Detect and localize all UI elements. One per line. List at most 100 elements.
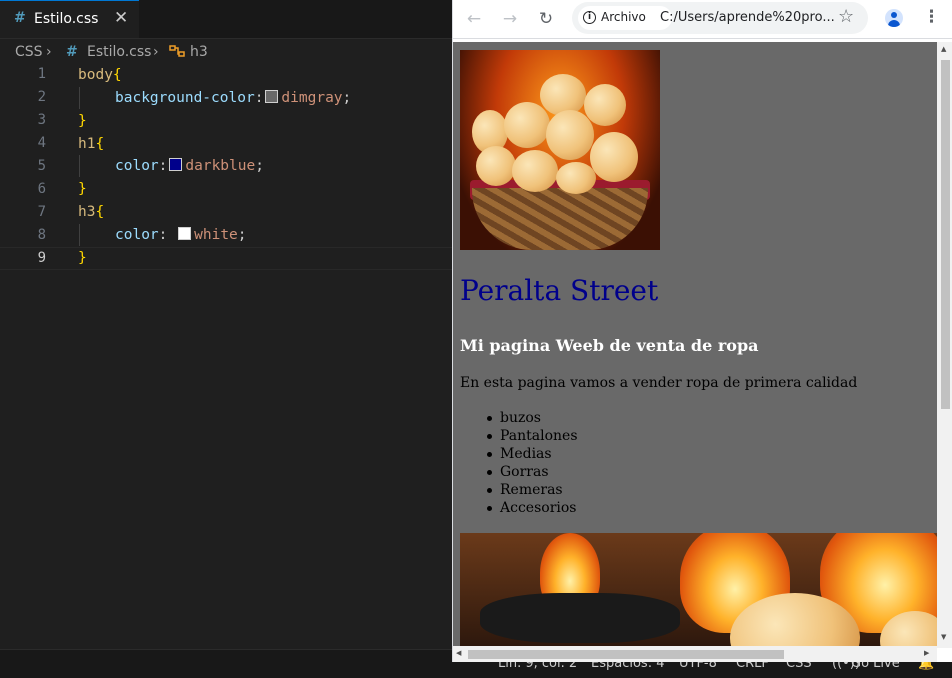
code-line: background-color: dimgray; — [115, 87, 351, 109]
back-icon[interactable]: ← — [462, 7, 486, 31]
vertical-scrollbar[interactable]: ▲ ▼ — [937, 42, 952, 648]
tab-label: Estilo.css — [34, 11, 99, 27]
url-text[interactable]: C:/Users/aprende%20pro... — [660, 10, 835, 25]
list-item: Pantalones — [487, 428, 578, 444]
bread-roll — [512, 150, 558, 192]
kebab-menu-icon[interactable]: ⋮ — [923, 7, 940, 27]
semicolon: ; — [237, 227, 247, 243]
editor-tab-bar: # Estilo.css ✕ — [0, 0, 452, 39]
list-item: Medias — [487, 445, 578, 463]
code-editor: # Estilo.css ✕ CSS › # Estilo.css › h3 1… — [0, 0, 452, 677]
scroll-right-icon[interactable]: ▶ — [924, 649, 929, 657]
info-icon: i — [583, 11, 596, 24]
color-swatch[interactable] — [169, 158, 183, 171]
css-value: darkblue — [185, 158, 256, 174]
css-selector: h3 — [78, 204, 96, 220]
list-item: Gorras — [487, 463, 578, 481]
page-paragraph: En esta pagina vamos a vender ropa de pr… — [460, 375, 858, 391]
brace: } — [78, 113, 87, 129]
vertical-scroll-thumb[interactable] — [941, 60, 950, 409]
page-viewport[interactable]: Peralta Street Mi pagina Weeb de venta d… — [453, 42, 937, 648]
line-number: 4 — [37, 135, 46, 151]
code-line: } — [78, 247, 87, 269]
css-selector: body — [78, 67, 113, 83]
breadcrumb: CSS › # Estilo.css › h3 — [0, 39, 452, 65]
page-heading-h3: Mi pagina Weeb de venta de ropa — [460, 336, 759, 355]
indent-guide — [79, 155, 80, 177]
bookmark-star-icon[interactable]: ☆ — [838, 6, 854, 27]
brace: { — [95, 136, 105, 152]
fire-bread-image — [460, 533, 937, 648]
semicolon: ; — [342, 90, 352, 106]
brace: { — [95, 204, 105, 220]
bread-roll — [556, 162, 596, 194]
code-line: h3{ — [78, 201, 104, 223]
browser-toolbar: ← → ↻ i Archivo C:/Users/aprende%20pro..… — [453, 0, 952, 39]
symbol-class-icon — [168, 43, 186, 63]
scroll-left-icon[interactable]: ◀ — [456, 649, 461, 657]
line-number: 2 — [37, 89, 46, 105]
bread-roll — [540, 74, 586, 116]
code-line: color: darkblue; — [115, 155, 264, 177]
css-file-icon: # — [66, 44, 78, 60]
code-line: color: white; — [115, 224, 247, 246]
site-info-label: Archivo — [601, 10, 646, 24]
line-number: 9 — [37, 250, 46, 266]
product-list: buzos Pantalones Medias Gorras Remeras A… — [487, 409, 578, 517]
css-value: dimgray — [281, 90, 343, 106]
bread-roll — [546, 110, 594, 160]
semicolon: ; — [255, 158, 264, 174]
profile-avatar-icon[interactable] — [885, 9, 903, 27]
address-bar[interactable]: i Archivo C:/Users/aprende%20pro... ☆ — [572, 2, 868, 34]
chipa-basket-image — [460, 50, 660, 250]
breadcrumb-file[interactable]: Estilo.css — [87, 44, 151, 60]
colon: : — [254, 90, 264, 106]
breadcrumb-symbol[interactable]: h3 — [190, 44, 208, 60]
color-swatch[interactable] — [265, 90, 279, 103]
code-line: body{ — [78, 64, 122, 86]
css-property: background-color — [115, 90, 255, 106]
scroll-up-icon[interactable]: ▲ — [941, 45, 946, 53]
color-swatch[interactable] — [178, 227, 192, 240]
css-value: white — [194, 227, 238, 243]
page-heading-h1: Peralta Street — [460, 274, 659, 307]
close-icon[interactable]: ✕ — [114, 8, 128, 28]
css-selector: h1 — [78, 136, 96, 152]
line-number: 3 — [37, 112, 46, 128]
breadcrumb-css[interactable]: CSS — [15, 44, 43, 60]
basket — [472, 188, 648, 250]
line-number: 5 — [37, 158, 46, 174]
indent-guide — [79, 87, 80, 109]
tab-estilo-css[interactable]: # Estilo.css ✕ — [0, 0, 139, 38]
bread-roll — [584, 84, 626, 126]
site-info-chip[interactable]: i Archivo — [578, 6, 672, 30]
scroll-down-icon[interactable]: ▼ — [941, 633, 946, 641]
line-number: 1 — [37, 66, 46, 82]
reload-icon[interactable]: ↻ — [534, 7, 558, 31]
bread-roll — [590, 132, 638, 182]
chevron-right-icon: › — [153, 44, 159, 60]
line-number: 7 — [37, 204, 46, 220]
browser-window: ← → ↻ i Archivo C:/Users/aprende%20pro..… — [452, 0, 952, 662]
brace: } — [78, 250, 87, 266]
list-item: Remeras — [487, 481, 578, 499]
list-item: Accesorios — [487, 500, 577, 516]
horizontal-scrollbar[interactable]: ◀ ▶ — [453, 646, 937, 662]
bread-roll — [476, 146, 516, 186]
avatar-body — [888, 20, 900, 27]
css-file-icon: # — [14, 10, 26, 26]
list-item: buzos — [487, 409, 578, 427]
forward-icon[interactable]: → — [498, 7, 522, 31]
code-line: } — [78, 110, 87, 132]
code-line: } — [78, 178, 87, 200]
indent-guide — [79, 224, 80, 246]
css-property: color — [115, 227, 159, 243]
horizontal-scroll-thumb[interactable] — [468, 650, 784, 659]
colon: : — [158, 158, 168, 174]
current-line-highlight — [0, 247, 452, 270]
avatar-head — [891, 12, 897, 18]
line-number: 8 — [37, 227, 46, 243]
css-property: color — [115, 158, 159, 174]
colon: : — [158, 227, 177, 243]
brace: } — [78, 181, 87, 197]
